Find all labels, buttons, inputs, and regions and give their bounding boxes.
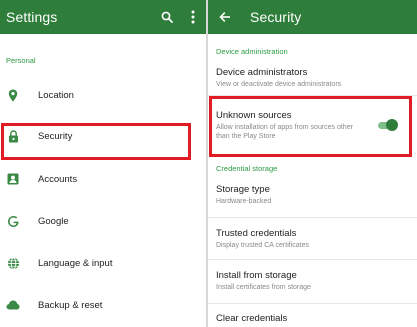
security-item-clear-credentials[interactable]: Clear credentials bbox=[208, 304, 417, 327]
item-subtitle: Install certificates from storage bbox=[216, 284, 311, 291]
section-header-device-administration: Device administration bbox=[216, 47, 288, 56]
settings-item-location[interactable]: Location bbox=[0, 76, 206, 114]
search-icon[interactable] bbox=[156, 6, 178, 28]
item-subtitle: Display trusted CA certificates bbox=[216, 242, 309, 249]
item-title: Install from storage bbox=[216, 270, 297, 281]
item-title: Device administrators bbox=[216, 67, 308, 78]
section-header-personal: Personal bbox=[6, 56, 36, 65]
unknown-sources-toggle[interactable] bbox=[376, 119, 398, 131]
settings-item-google[interactable]: Google bbox=[0, 202, 206, 240]
settings-item-security[interactable]: Security bbox=[0, 117, 206, 155]
security-item-trusted-credentials[interactable]: Trusted credentials Display trusted CA c… bbox=[208, 218, 417, 260]
accounts-icon bbox=[6, 172, 20, 186]
item-subtitle: Allow installation of apps from sources … bbox=[216, 124, 353, 140]
settings-item-label: Backup & reset bbox=[38, 299, 103, 311]
globe-icon bbox=[6, 256, 20, 270]
settings-item-label: Location bbox=[38, 89, 74, 101]
overflow-menu-icon[interactable] bbox=[184, 6, 202, 28]
settings-pane: Settings Personal Location Security Acco… bbox=[0, 0, 206, 327]
back-arrow-icon[interactable] bbox=[214, 6, 236, 28]
security-item-storage-type[interactable]: Storage type Hardware-backed bbox=[208, 176, 417, 218]
item-title: Storage type bbox=[216, 184, 270, 195]
security-title: Security bbox=[250, 9, 302, 25]
settings-item-label: Language & input bbox=[38, 257, 113, 269]
settings-item-label: Accounts bbox=[38, 173, 78, 185]
settings-title: Settings bbox=[6, 9, 58, 25]
toggle-thumb bbox=[386, 119, 398, 131]
settings-item-label: Google bbox=[38, 215, 69, 227]
settings-app-bar: Settings bbox=[0, 0, 206, 34]
security-app-bar: Security bbox=[208, 0, 417, 34]
security-pane: Security Device administration Device ad… bbox=[208, 0, 417, 327]
security-item-device-administrators[interactable]: Device administrators View or deactivate… bbox=[208, 60, 417, 96]
item-title: Trusted credentials bbox=[216, 228, 297, 239]
item-subtitle: View or deactivate device administrators bbox=[216, 81, 342, 88]
settings-item-label: Security bbox=[38, 130, 73, 142]
item-title: Unknown sources bbox=[216, 110, 292, 121]
cloud-icon bbox=[6, 298, 20, 312]
lock-icon bbox=[6, 129, 20, 143]
settings-item-backup-reset[interactable]: Backup & reset bbox=[0, 286, 206, 324]
security-item-unknown-sources[interactable]: Unknown sources Allow installation of ap… bbox=[208, 96, 417, 160]
location-pin-icon bbox=[6, 88, 20, 102]
security-item-install-from-storage[interactable]: Install from storage Install certificate… bbox=[208, 260, 417, 304]
section-header-credential-storage: Credential storage bbox=[216, 164, 278, 173]
item-title: Clear credentials bbox=[216, 313, 288, 324]
settings-item-language-input[interactable]: Language & input bbox=[0, 244, 206, 282]
settings-item-accounts[interactable]: Accounts bbox=[0, 160, 206, 198]
google-icon bbox=[6, 214, 20, 228]
item-subtitle: Hardware-backed bbox=[216, 198, 272, 205]
